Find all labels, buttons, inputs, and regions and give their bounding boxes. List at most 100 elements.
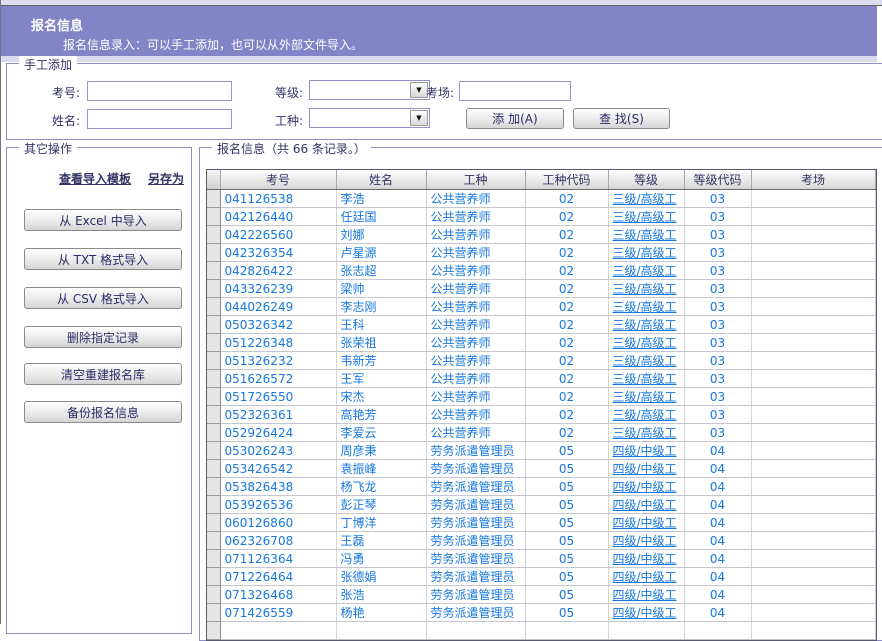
row-selector[interactable] bbox=[207, 514, 220, 532]
level-link[interactable]: 四级/中级工 bbox=[613, 570, 677, 584]
row-selector[interactable] bbox=[207, 352, 220, 370]
room-input[interactable] bbox=[459, 81, 571, 101]
row-selector[interactable] bbox=[207, 316, 220, 334]
import-excel-button[interactable]: 从 Excel 中导入 bbox=[24, 209, 182, 231]
level-link[interactable]: 四级/中级工 bbox=[613, 516, 677, 530]
level-link[interactable]: 三级/高级工 bbox=[613, 426, 677, 440]
row-selector[interactable] bbox=[207, 208, 220, 226]
col-header-job[interactable]: 工种 bbox=[426, 170, 525, 190]
row-selector[interactable] bbox=[207, 334, 220, 352]
level-link[interactable]: 三级/高级工 bbox=[613, 300, 677, 314]
import-csv-button[interactable]: 从 CSV 格式导入 bbox=[24, 287, 182, 309]
level-link[interactable]: 三级/高级工 bbox=[613, 192, 677, 206]
table-row[interactable]: 041126538李浩公共营养师02三级/高级工03 bbox=[207, 190, 875, 208]
row-selector[interactable] bbox=[207, 442, 220, 460]
row-selector[interactable] bbox=[207, 622, 220, 640]
backup-info-button[interactable]: 备份报名信息 bbox=[24, 401, 182, 423]
level-link[interactable]: 三级/高级工 bbox=[613, 390, 677, 404]
table-row[interactable]: 051726550宋杰公共营养师02三级/高级工03 bbox=[207, 388, 875, 406]
level-link[interactable]: 三级/高级工 bbox=[613, 408, 677, 422]
table-row[interactable]: 052926424李爱云公共营养师02三级/高级工03 bbox=[207, 424, 875, 442]
table-row[interactable]: 071326468张浩劳务派遣管理员05四级/中级工04 bbox=[207, 586, 875, 604]
search-button[interactable]: 查 找(S) bbox=[573, 108, 670, 129]
clear-rebuild-button[interactable]: 清空重建报名库 bbox=[24, 363, 182, 385]
level-link[interactable]: 四级/中级工 bbox=[613, 444, 677, 458]
save-as-link[interactable]: 另存为 bbox=[148, 170, 184, 187]
level-link[interactable]: 四级/中级工 bbox=[613, 606, 677, 620]
row-selector[interactable] bbox=[207, 532, 220, 550]
level-link[interactable]: 三级/高级工 bbox=[613, 354, 677, 368]
table-row[interactable]: 042126440任廷国公共营养师02三级/高级工03 bbox=[207, 208, 875, 226]
row-selector[interactable] bbox=[207, 604, 220, 622]
row-selector[interactable] bbox=[207, 370, 220, 388]
table-row[interactable]: 051326232韦新芳公共营养师02三级/高级工03 bbox=[207, 352, 875, 370]
job-select[interactable]: ▼ bbox=[309, 108, 430, 128]
table-row[interactable]: 043326239梁帅公共营养师02三级/高级工03 bbox=[207, 280, 875, 298]
table-row[interactable]: 071226464张德娟劳务派遣管理员05四级/中级工04 bbox=[207, 568, 875, 586]
level-link[interactable]: 四级/中级工 bbox=[613, 588, 677, 602]
table-row[interactable]: 071426559杨艳劳务派遣管理员05四级/中级工04 bbox=[207, 604, 875, 622]
level-select[interactable]: ▼ bbox=[309, 80, 430, 100]
level-link[interactable]: 四级/中级工 bbox=[613, 552, 677, 566]
col-header-room[interactable]: 考场 bbox=[751, 170, 875, 190]
row-selector[interactable] bbox=[207, 244, 220, 262]
table-row[interactable]: 042826422张志超公共营养师02三级/高级工03 bbox=[207, 262, 875, 280]
table-row[interactable]: 071126364冯勇劳务派遣管理员05四级/中级工04 bbox=[207, 550, 875, 568]
table-row[interactable]: 053026243周彦秉劳务派遣管理员05四级/中级工04 bbox=[207, 442, 875, 460]
row-selector[interactable] bbox=[207, 478, 220, 496]
level-link[interactable]: 三级/高级工 bbox=[613, 282, 677, 296]
row-selector[interactable] bbox=[207, 388, 220, 406]
level-code-cell: 04 bbox=[684, 514, 751, 532]
table-row[interactable]: 052326361高艳芳公共营养师02三级/高级工03 bbox=[207, 406, 875, 424]
col-header-level[interactable]: 等级 bbox=[608, 170, 684, 190]
import-txt-button[interactable]: 从 TXT 格式导入 bbox=[24, 248, 182, 270]
level-link[interactable]: 三级/高级工 bbox=[613, 336, 677, 350]
row-selector[interactable] bbox=[207, 424, 220, 442]
row-selector[interactable] bbox=[207, 226, 220, 244]
table-row[interactable]: 042226560刘娜公共营养师02三级/高级工03 bbox=[207, 226, 875, 244]
level-link[interactable]: 四级/中级工 bbox=[613, 480, 677, 494]
registration-app-window: { "header": { "title": "报名信息", "subtitle… bbox=[0, 0, 882, 624]
table-row[interactable]: 050326342王科公共营养师02三级/高级工03 bbox=[207, 316, 875, 334]
col-header-level-code[interactable]: 等级代码 bbox=[684, 170, 751, 190]
col-header-exam-no[interactable]: 考号 bbox=[220, 170, 336, 190]
name-input[interactable] bbox=[87, 109, 232, 129]
table-row[interactable]: 053826438杨飞龙劳务派遣管理员05四级/中级工04 bbox=[207, 478, 875, 496]
row-selector[interactable] bbox=[207, 190, 220, 208]
table-row[interactable]: 051226348张荣祖公共营养师02三级/高级工03 bbox=[207, 334, 875, 352]
level-link[interactable]: 四级/中级工 bbox=[613, 498, 677, 512]
chevron-down-icon[interactable]: ▼ bbox=[410, 110, 428, 126]
row-selector[interactable] bbox=[207, 496, 220, 514]
row-selector[interactable] bbox=[207, 406, 220, 424]
row-selector[interactable] bbox=[207, 568, 220, 586]
row-selector[interactable] bbox=[207, 586, 220, 604]
table-row[interactable]: 053426542袁振峰劳务派遣管理员05四级/中级工04 bbox=[207, 460, 875, 478]
level-link[interactable]: 三级/高级工 bbox=[613, 264, 677, 278]
level-link[interactable]: 三级/高级工 bbox=[613, 210, 677, 224]
table-row[interactable]: 062326708王磊劳务派遣管理员05四级/中级工04 bbox=[207, 532, 875, 550]
delete-records-button[interactable]: 删除指定记录 bbox=[24, 326, 182, 348]
job-code-cell: 02 bbox=[525, 244, 608, 262]
level-link[interactable]: 三级/高级工 bbox=[613, 246, 677, 260]
level-link[interactable]: 三级/高级工 bbox=[613, 228, 677, 242]
table-row[interactable]: 042326354卢星源公共营养师02三级/高级工03 bbox=[207, 244, 875, 262]
level-link[interactable]: 三级/高级工 bbox=[613, 318, 677, 332]
table-row[interactable]: 060126860丁博洋劳务派遣管理员05四级/中级工04 bbox=[207, 514, 875, 532]
table-row[interactable]: 051626572王军公共营养师02三级/高级工03 bbox=[207, 370, 875, 388]
col-header-job-code[interactable]: 工种代码 bbox=[525, 170, 608, 190]
add-button[interactable]: 添 加(A) bbox=[466, 108, 564, 129]
row-selector[interactable] bbox=[207, 550, 220, 568]
row-selector[interactable] bbox=[207, 262, 220, 280]
row-selector[interactable] bbox=[207, 298, 220, 316]
view-import-template-link[interactable]: 查看导入模板 bbox=[59, 170, 131, 187]
table-row[interactable]: 044026249李志刚公共营养师02三级/高级工03 bbox=[207, 298, 875, 316]
exam-no-input[interactable] bbox=[87, 81, 232, 101]
level-link[interactable]: 四级/中级工 bbox=[613, 534, 677, 548]
table-row[interactable]: 053926536彭正琴劳务派遣管理员05四级/中级工04 bbox=[207, 496, 875, 514]
col-header-name[interactable]: 姓名 bbox=[336, 170, 426, 190]
row-selector[interactable] bbox=[207, 460, 220, 478]
level-link[interactable]: 三级/高级工 bbox=[613, 372, 677, 386]
table-row[interactable] bbox=[207, 622, 875, 640]
level-link[interactable]: 四级/中级工 bbox=[613, 462, 677, 476]
row-selector[interactable] bbox=[207, 280, 220, 298]
